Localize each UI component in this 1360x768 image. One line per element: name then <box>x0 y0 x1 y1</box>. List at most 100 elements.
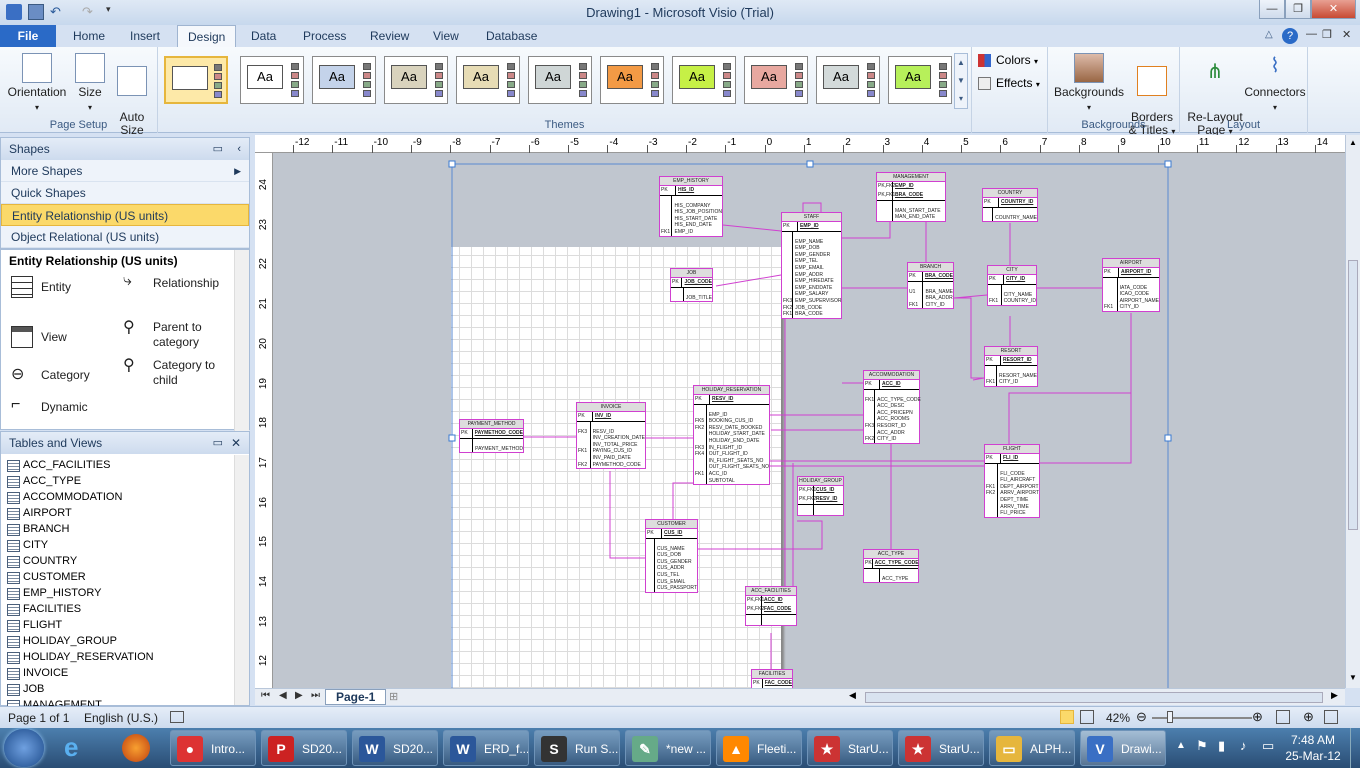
scroll-left-icon[interactable]: ◀ <box>849 690 856 701</box>
clock[interactable]: 7:48 AM 25-Mar-12 <box>1280 732 1346 764</box>
taskbar-item-folder[interactable]: ▭ ALPH... <box>989 730 1075 766</box>
table-list-item[interactable]: ACC_FACILITIES <box>1 457 249 473</box>
theme-1[interactable] <box>164 56 228 104</box>
drawing-canvas[interactable]: EMP_HISTORY PK HIS_ID FK1 HIS_COMPANY HIS_JOB… <box>273 153 1345 688</box>
close-button[interactable]: ✕ <box>1311 0 1356 19</box>
doc-restore-icon[interactable]: ❐ <box>1322 28 1332 41</box>
table-list-item[interactable]: BRANCH <box>1 521 249 537</box>
theme-11[interactable]: Aa <box>888 56 952 104</box>
tab-view[interactable]: View <box>423 25 469 47</box>
tab-home[interactable]: Home <box>63 25 115 47</box>
panel-restore-icon[interactable]: ▭ <box>213 432 223 454</box>
maximize-button[interactable]: ❐ <box>1285 0 1311 19</box>
theme-7[interactable]: Aa <box>600 56 664 104</box>
taskbar-item-star[interactable]: ★ StarU... <box>807 730 893 766</box>
stencil-category[interactable]: ⊖ Category <box>11 364 111 386</box>
more-shapes-item[interactable]: More Shapes ▶ <box>1 160 249 182</box>
zoom-in-icon[interactable]: ⊕ <box>1252 709 1263 725</box>
taskbar-item-visio[interactable]: V Drawi... <box>1080 730 1166 766</box>
orientation-button[interactable]: Orientation ▾ <box>6 53 68 113</box>
table-list-item[interactable]: FLIGHT <box>1 617 249 633</box>
vertical-scrollbar[interactable]: ▲ ▼ <box>1345 135 1360 688</box>
table-list-item[interactable]: CUSTOMER <box>1 569 249 585</box>
battery-icon[interactable]: ▭ <box>1262 738 1274 754</box>
show-hidden-icons[interactable]: ▲ <box>1176 740 1186 751</box>
stencil-category-to-child[interactable]: ⚲ Category to child <box>123 358 223 388</box>
first-page-icon[interactable]: ⏮ <box>261 690 270 701</box>
theme-5[interactable]: Aa <box>456 56 520 104</box>
switch-windows-icon[interactable] <box>1324 710 1338 724</box>
theme-8[interactable]: Aa <box>672 56 736 104</box>
tab-data[interactable]: Data <box>241 25 286 47</box>
doc-close-icon[interactable]: ✕ <box>1342 28 1351 41</box>
tab-file[interactable]: File <box>0 25 56 47</box>
panel-restore-icon[interactable]: ▭ <box>213 138 223 160</box>
horizontal-scrollbar[interactable] <box>865 692 1323 703</box>
table-list-item[interactable]: EMP_HISTORY <box>1 585 249 601</box>
entity-management[interactable]: MANAGEMENT PK,FK2 EMP_ID PK,FK1 BRA_CODE MAN_… <box>876 172 946 222</box>
action-center-icon[interactable]: ⚑ <box>1196 738 1208 754</box>
table-list-item[interactable]: JOB <box>1 681 249 697</box>
selection-handle[interactable] <box>1164 160 1172 168</box>
zoom-out-icon[interactable]: ⊖ <box>1136 709 1147 725</box>
taskbar-item-word[interactable]: W ERD_f... <box>443 730 529 766</box>
table-list-item[interactable]: CITY <box>1 537 249 553</box>
zoom-slider-thumb[interactable] <box>1167 711 1173 723</box>
entity-payment-method[interactable]: PAYMENT_METHOD PK PAYMETHOD_CODE PAYMENT_ME… <box>459 419 524 454</box>
relationship-line[interactable] <box>972 377 985 381</box>
entity-holiday-group[interactable]: HOLIDAY_GROUP PK,FK1 CUS_ID PK,FK2 RESV_ID <box>797 476 844 516</box>
entity-branch[interactable]: BRANCH PK BRA_CODE U1 FK1 BRA_NAME BRA_ADDR CIT… <box>907 262 954 310</box>
entity-emp-history[interactable]: EMP_HISTORY PK HIS_ID FK1 HIS_COMPANY HIS_JOB… <box>659 176 723 237</box>
stencil-scrollbar[interactable] <box>234 250 249 433</box>
taskbar-item-pdf[interactable]: P SD20... <box>261 730 347 766</box>
theme-6[interactable]: Aa <box>528 56 592 104</box>
effects-button[interactable]: Effects ▾ <box>978 76 1048 90</box>
relationship-line[interactable] <box>802 202 822 212</box>
entity-flight[interactable]: FLIGHT PK FLI_ID FK1 FK2 FLI_CODE FLI_AIRCRAFT… <box>984 444 1040 518</box>
entity-acc-type[interactable]: ACC_TYPE PK ACC_TYPE_CODE ACC_TYPE <box>863 549 919 584</box>
table-list-item[interactable]: HOLIDAY_RESERVATION <box>1 649 249 665</box>
entity-facilities[interactable]: FACILITIES PK FAC_CODE <box>751 669 793 688</box>
colors-button[interactable]: Colors ▾ <box>978 53 1048 67</box>
network-icon[interactable]: ▮ <box>1218 738 1225 754</box>
entity-accommodation[interactable]: ACCOMMODATION PK ACC_ID FK1 FK3 FK2 ACC_TYPE_C… <box>863 370 921 444</box>
page-tab[interactable]: Page-1 <box>325 689 387 705</box>
help-icon[interactable]: ? <box>1282 28 1298 44</box>
scroll-up-icon[interactable]: ▲ <box>1349 138 1357 147</box>
table-list-item[interactable]: HOLIDAY_GROUP <box>1 633 249 649</box>
start-button[interactable] <box>4 729 44 767</box>
fit-page-icon[interactable] <box>1276 710 1290 724</box>
entity-acc-facilities[interactable]: ACC_FACILITIES PK,FK1 ACC_ID PK,FK2 FAC_CODE <box>745 586 797 626</box>
relationship-line[interactable] <box>953 294 988 299</box>
firefox-icon[interactable] <box>122 734 150 762</box>
table-list-item[interactable]: FACILITIES <box>1 601 249 617</box>
show-desktop-button[interactable] <box>1350 728 1360 768</box>
volume-icon[interactable]: ♪ <box>1240 738 1247 753</box>
table-list-item[interactable]: ACC_TYPE <box>1 473 249 489</box>
insert-page-icon[interactable]: ⊞ <box>389 690 398 703</box>
taskbar-item-notepad[interactable]: ✎ *new ... <box>625 730 711 766</box>
entity-job[interactable]: JOB PK JOB_CODE JOB_TITLE <box>670 268 713 303</box>
taskbar-item-vlc[interactable]: ▲ Fleeti... <box>716 730 802 766</box>
table-list-item[interactable]: ACCOMMODATION <box>1 489 249 505</box>
entity-airport[interactable]: AIRPORT PK AIRPORT_ID FK1 IATA_CODE ICAO_CODE… <box>1102 258 1160 312</box>
stencil-dynamic[interactable]: ⌐ Dynamic <box>11 396 111 418</box>
backgrounds-button[interactable]: Backgrounds ▾ <box>1054 53 1124 113</box>
stencil-view[interactable]: View <box>11 326 111 348</box>
theme-4[interactable]: Aa <box>384 56 448 104</box>
scroll-right-icon[interactable]: ▶ <box>1331 690 1338 701</box>
prev-page-icon[interactable]: ◀ <box>279 690 287 701</box>
entity-customer[interactable]: CUSTOMER PK CUS_ID CUS_NAME CUS_DOB CUS_GENDE… <box>645 519 698 593</box>
theme-2[interactable]: Aa <box>240 56 304 104</box>
taskbar-item-sql[interactable]: S Run S... <box>534 730 620 766</box>
pan-zoom-icon[interactable]: ⊕ <box>1303 709 1314 725</box>
tab-database[interactable]: Database <box>476 25 547 47</box>
entity-invoice[interactable]: INVOICE PK INV_ID FK3 FK1 FK2 RESV_ID INV_CREAT… <box>576 402 646 470</box>
taskbar-item-word[interactable]: W SD20... <box>352 730 438 766</box>
vertical-scroll-thumb[interactable] <box>1348 260 1358 530</box>
table-list-item[interactable]: INVOICE <box>1 665 249 681</box>
tab-process[interactable]: Process <box>293 25 356 47</box>
scroll-down-icon[interactable]: ▼ <box>1349 673 1357 682</box>
themes-scroll[interactable]: ▲ ▼ ▾ <box>954 53 968 109</box>
full-page-view-icon[interactable] <box>1060 710 1074 724</box>
